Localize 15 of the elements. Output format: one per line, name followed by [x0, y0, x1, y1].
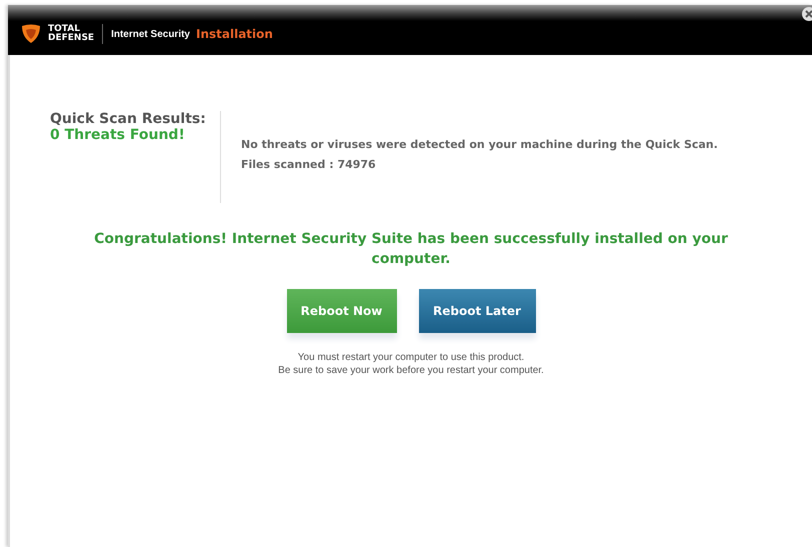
- restart-note: Be sure to save your work before you restart your computer.: [278, 364, 544, 377]
- reboot-button[interactable]: Reboot Now: [286, 289, 396, 333]
- close-icon: [804, 9, 812, 19]
- shield-logo-icon: [20, 24, 42, 44]
- product-name: Internet Security: [111, 28, 190, 40]
- brand-name: TOTAL: [48, 25, 80, 34]
- window-title: Installation: [196, 27, 273, 41]
- brand-name: DEFENSE: [48, 34, 94, 43]
- scan-result: 0 Threats Found!: [50, 127, 186, 143]
- reboot-button[interactable]: Reboot Later: [418, 289, 536, 333]
- scan-heading: Quick Scan Results:: [50, 111, 207, 127]
- success-message: Congratulations! Internet Security Suite has been successfully installed on your computer.: [93, 230, 729, 269]
- scan-message: No threats or viruses were detected on your machine during the Quick Scan.: [241, 137, 718, 153]
- restart-note: You must restart your computer to use this product.: [296, 351, 526, 364]
- files-scanned: Files scanned : 74976: [241, 157, 377, 173]
